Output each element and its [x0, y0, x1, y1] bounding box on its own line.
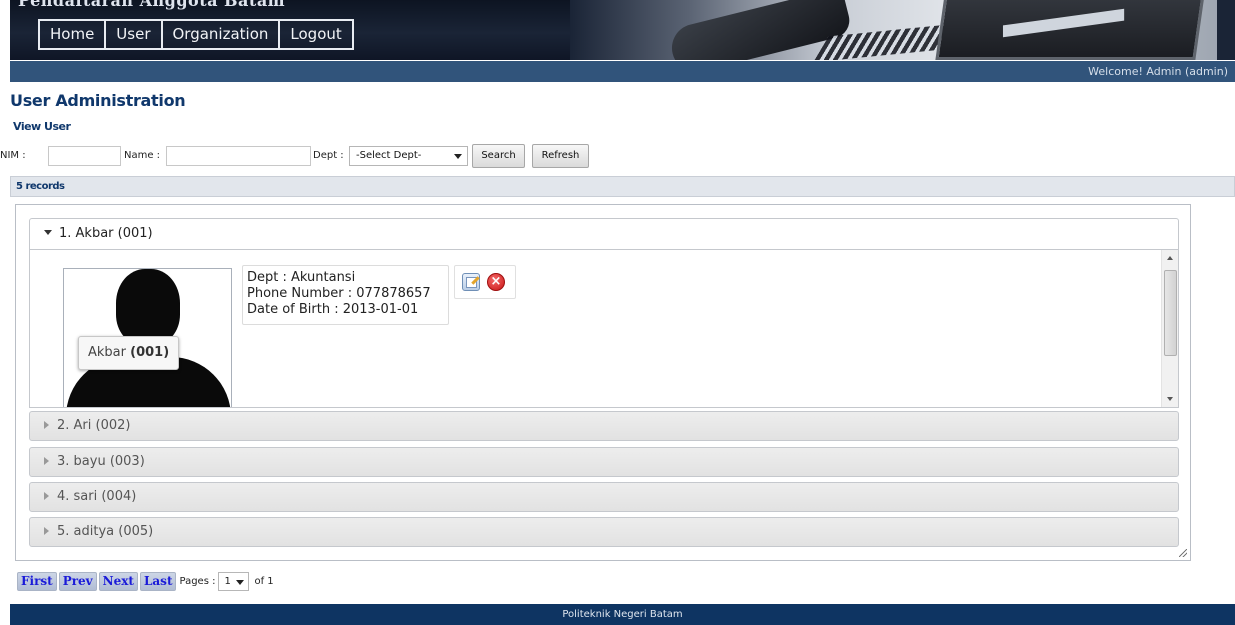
prev-page-button[interactable]: Prev	[58, 571, 97, 591]
scroll-thumb[interactable]	[1164, 270, 1177, 356]
accordion-header-1[interactable]: 1. Akbar (001)	[29, 218, 1179, 250]
search-button[interactable]: Search	[472, 144, 525, 168]
scroll-up-icon[interactable]	[1167, 256, 1173, 260]
user-phone: Phone Number : 077878657	[247, 286, 431, 301]
expanded-triangle-icon	[44, 230, 52, 235]
edit-icon[interactable]	[462, 273, 480, 291]
nim-label: NIM :	[0, 150, 26, 161]
nim-input[interactable]	[48, 146, 121, 166]
accordion-header-3[interactable]: 3. bayu (003)	[29, 447, 1179, 477]
header-banner-image	[570, 0, 1235, 60]
accordion-header-2[interactable]: 2. Ari (002)	[29, 411, 1179, 441]
site-footer: Politeknik Negeri Batam	[10, 604, 1235, 625]
first-page-button[interactable]: First	[17, 571, 57, 591]
accordion-header-5[interactable]: 5. aditya (005)	[29, 517, 1179, 547]
accordion-header-label: 5. aditya (005)	[57, 524, 154, 539]
page-total-label: of 1	[254, 575, 274, 587]
resize-grip-icon[interactable]	[1179, 549, 1187, 557]
accordion-panel-1: Akbar (001) Dept : Akuntansi Phone Numbe…	[29, 250, 1179, 408]
page-title: User Administration	[10, 91, 186, 110]
dept-label: Dept :	[313, 150, 344, 161]
collapsed-triangle-icon	[44, 526, 49, 535]
accordion-header-label: 2. Ari (002)	[57, 418, 131, 433]
user-photo: Akbar (001)	[63, 268, 232, 407]
user-accordion: 1. Akbar (001) Akbar (001) Dept : Akunta…	[15, 204, 1191, 561]
nav-logout[interactable]: Logout	[278, 19, 354, 50]
nav-organization[interactable]: Organization	[160, 19, 279, 50]
page-select[interactable]: 1	[218, 571, 250, 591]
photo-name-tag: Akbar (001)	[78, 336, 180, 370]
refresh-button[interactable]: Refresh	[532, 144, 589, 168]
nav-user[interactable]: User	[104, 19, 161, 50]
site-title: Pendaftaran Anggota Batam	[18, 0, 286, 10]
user-dob: Date of Birth : 2013-01-01	[247, 302, 419, 317]
collapsed-triangle-icon	[44, 420, 49, 429]
accordion-header-label: 3. bayu (003)	[57, 454, 145, 469]
name-label: Name :	[124, 150, 161, 161]
nav-home[interactable]: Home	[38, 19, 105, 50]
pages-label: Pages :	[179, 575, 216, 587]
delete-icon[interactable]: ×	[487, 273, 505, 291]
page-subtitle: View User	[13, 120, 71, 133]
main-nav: Home User Organization Logout	[38, 19, 354, 50]
page-select-value: 1	[224, 575, 231, 587]
pagination: First Prev Next Last Pages : 1 of 1	[17, 571, 274, 591]
collapsed-triangle-icon	[44, 456, 49, 465]
chevron-down-icon	[454, 154, 462, 159]
user-actions: ×	[454, 265, 516, 299]
footer-text: Politeknik Negeri Batam	[562, 609, 683, 620]
dept-select[interactable]: -Select Dept-	[349, 146, 468, 166]
name-input[interactable]	[166, 146, 311, 166]
dept-select-value: -Select Dept-	[356, 150, 422, 161]
photo-id: (001)	[130, 345, 170, 360]
records-count: 5 records	[16, 181, 65, 192]
last-page-button[interactable]: Last	[139, 571, 177, 591]
site-header: Pendaftaran Anggota Batam Home User Orga…	[10, 0, 1235, 60]
next-page-button[interactable]: Next	[98, 571, 138, 591]
welcome-bar: Welcome! Admin (admin)	[10, 61, 1235, 82]
panel-scrollbar[interactable]	[1161, 250, 1178, 407]
accordion-header-label: 4. sari (004)	[57, 489, 137, 504]
scroll-down-icon[interactable]	[1167, 397, 1173, 401]
accordion-header-4[interactable]: 4. sari (004)	[29, 482, 1179, 512]
collapsed-triangle-icon	[44, 491, 49, 500]
search-form: NIM : Name : Dept : -Select Dept- Search…	[0, 144, 1235, 168]
accordion-header-label: 1. Akbar (001)	[59, 226, 153, 241]
photo-name: Akbar	[88, 345, 126, 360]
user-dept: Dept : Akuntansi	[247, 270, 356, 285]
welcome-text: Welcome! Admin (admin)	[1088, 65, 1228, 78]
records-count-bar: 5 records	[10, 176, 1235, 197]
user-info-box: Dept : Akuntansi Phone Number : 07787865…	[242, 265, 449, 325]
chevron-down-icon	[236, 579, 245, 585]
